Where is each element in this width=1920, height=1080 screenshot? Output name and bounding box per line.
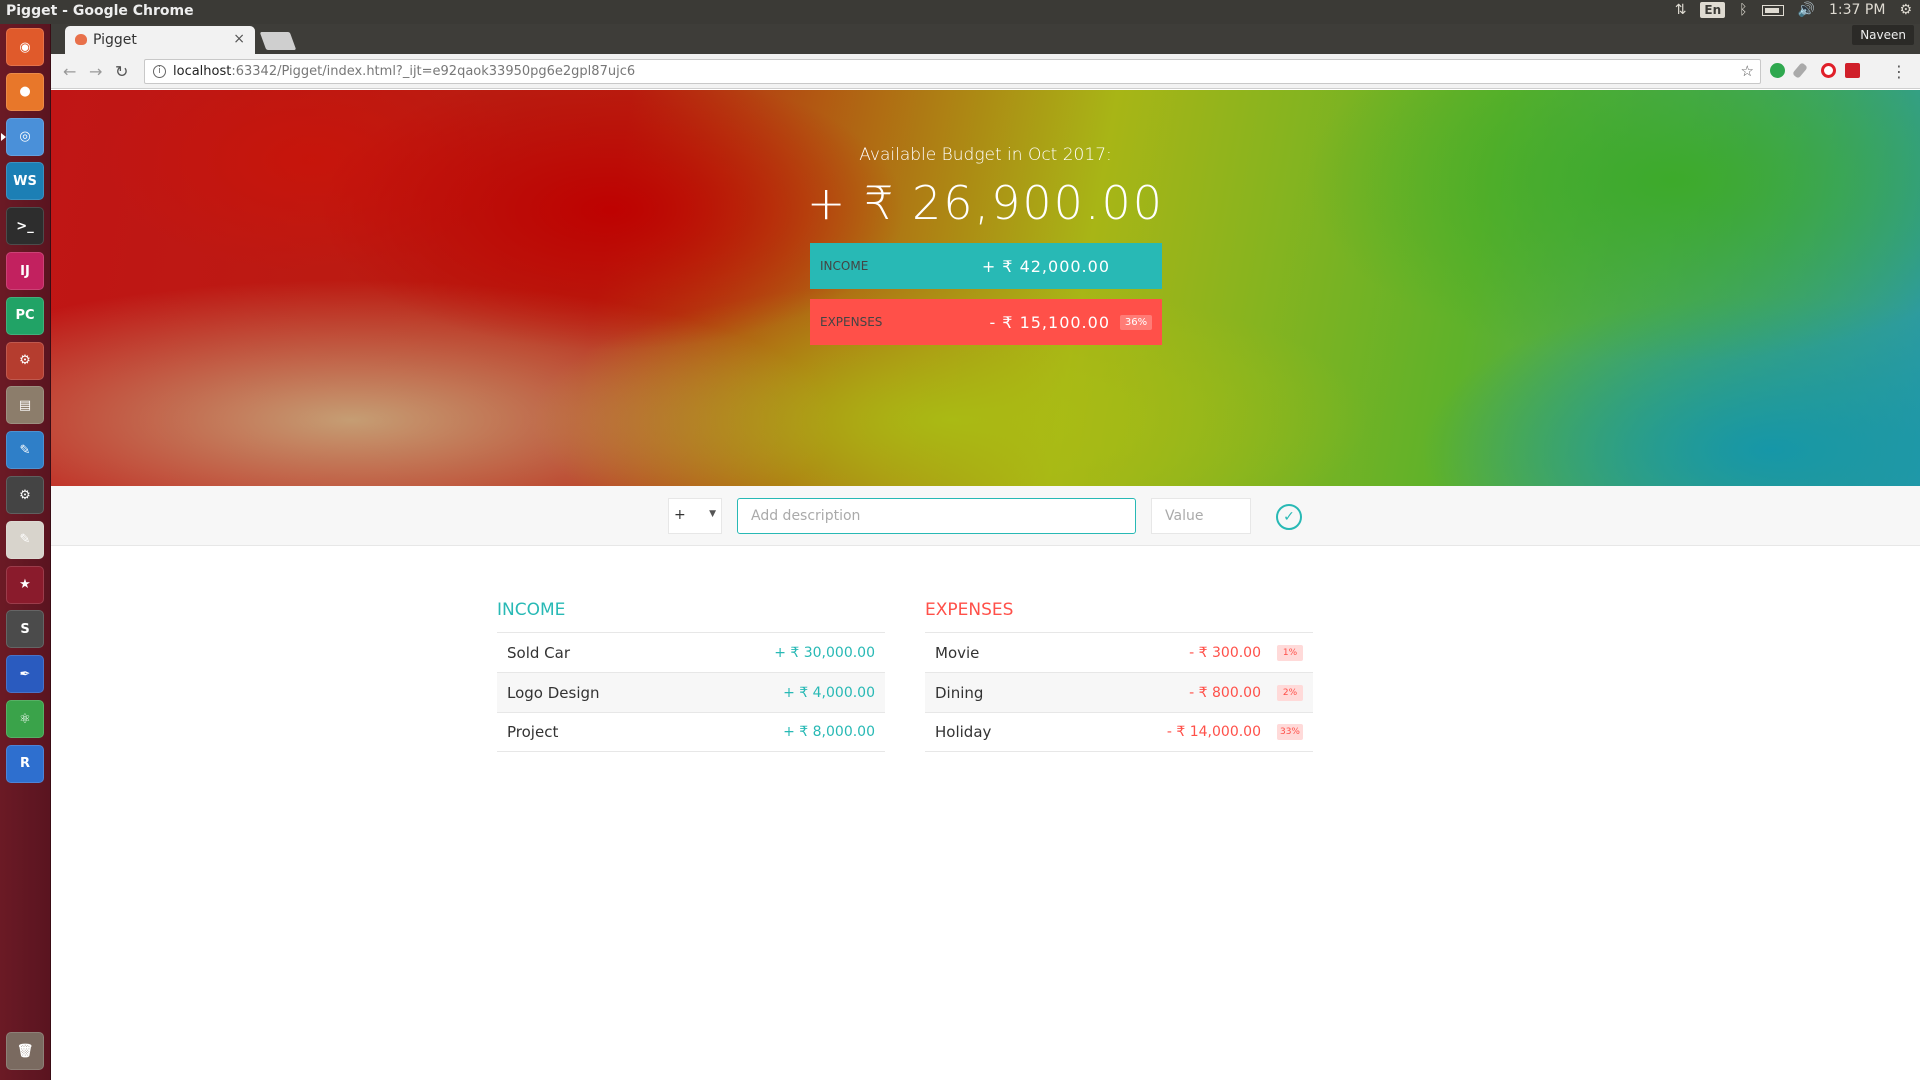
income-label: Income (820, 259, 869, 273)
expenses-heading: Expenses (925, 600, 1014, 620)
expenses-value: - ₹ 15,100.00 (989, 312, 1110, 332)
income-items: Sold Car + ₹ 30,000.00 Logo Design + ₹ 4… (497, 632, 885, 752)
item-value: + ₹ 4,000.00 (783, 684, 875, 701)
atom-icon[interactable]: ⚛ (6, 700, 44, 738)
expenses-items: Movie - ₹ 300.00 1% Dining - ₹ 800.00 2%… (925, 632, 1313, 752)
battery-icon[interactable] (1761, 4, 1784, 16)
bookmark-star-icon[interactable]: ☆ (1741, 60, 1754, 83)
system-settings-icon[interactable]: ⚙ (6, 341, 44, 380)
income-value: + ₹ 42,000.00 (981, 256, 1110, 276)
reload-icon[interactable]: ↻ (115, 62, 128, 81)
intellij-icon[interactable]: IJ (6, 252, 44, 290)
add-submit-button[interactable]: ✓ (1276, 504, 1302, 530)
budget-expenses-summary: Expenses - ₹ 15,100.00 36% (810, 299, 1162, 345)
user-name-tooltip: Naveen (1852, 25, 1914, 45)
item-description: Project (507, 723, 559, 741)
terminal-icon[interactable]: >_ (6, 207, 44, 246)
star-app-icon[interactable]: ★ (6, 565, 44, 604)
chrome-menu-icon[interactable]: ⋮ (1891, 62, 1907, 81)
item-description: Logo Design (507, 683, 600, 702)
add-type-select[interactable]: + ▼ (668, 498, 722, 534)
extension-feather-icon[interactable] (1792, 62, 1808, 79)
webstorm-icon[interactable]: WS (6, 162, 44, 201)
gear-tool-icon[interactable]: ⚙ (6, 476, 44, 514)
chrome-icon[interactable]: ◎ (6, 117, 44, 156)
session-gear-icon[interactable]: ⚙ (1899, 2, 1912, 18)
inkscape-icon[interactable]: ✒ (6, 655, 44, 694)
expense-item[interactable]: Dining - ₹ 800.00 2% (925, 672, 1313, 712)
item-value: - ₹ 300.00 (1189, 644, 1261, 661)
income-item[interactable]: Sold Car + ₹ 30,000.00 (497, 632, 885, 672)
add-type-value: + (674, 507, 686, 523)
item-value: - ₹ 14,000.00 (1166, 724, 1261, 740)
close-tab-icon[interactable]: × (233, 31, 245, 47)
firefox-icon[interactable]: ● (6, 72, 44, 111)
browser-toolbar: ← → ↻ i localhost:63342/Pigget/index.htm… (51, 54, 1920, 89)
pigget-app: Available Budget in Oct 2017: + ₹ 26,900… (51, 90, 1920, 1080)
piggy-favicon-icon (75, 34, 87, 45)
tab-title: Pigget (93, 32, 137, 48)
clock[interactable]: 1:37 PM (1829, 2, 1885, 18)
budget-header: Available Budget in Oct 2017: + ₹ 26,900… (51, 90, 1920, 486)
item-description: Movie (935, 643, 980, 662)
pycharm-icon[interactable]: PC (6, 296, 44, 335)
budget-value: + ₹ 26,900.00 (806, 176, 1165, 230)
extension-green-icon[interactable] (1770, 63, 1785, 78)
tab-pigget[interactable]: Pigget × (65, 26, 255, 54)
ubuntu-dash-icon[interactable]: ◉ (6, 28, 44, 66)
bluetooth-icon[interactable]: ᛒ (1739, 2, 1747, 18)
new-tab-button[interactable] (259, 32, 297, 50)
expense-item[interactable]: Holiday - ₹ 14,000.00 33% (925, 712, 1313, 752)
income-list: Income Sold Car + ₹ 30,000.00 Logo Desig… (497, 600, 885, 752)
expenses-percentage-badge: 36% (1120, 314, 1152, 330)
income-item[interactable]: Project + ₹ 8,000.00 (497, 712, 885, 752)
software-updater-icon[interactable]: ✎ (6, 431, 44, 470)
item-value: + ₹ 8,000.00 (783, 724, 875, 740)
income-item[interactable]: Logo Design + ₹ 4,000.00 (497, 672, 885, 712)
add-description-input[interactable] (737, 498, 1136, 534)
network-icon[interactable]: ⇅ (1675, 2, 1687, 18)
item-description: Holiday (935, 723, 992, 741)
sublime-text-icon[interactable]: S (6, 610, 44, 649)
item-percentage-badge: 2% (1277, 684, 1303, 701)
income-heading: Income (497, 600, 566, 620)
expense-item[interactable]: Movie - ₹ 300.00 1% (925, 632, 1313, 672)
os-top-panel: Pigget - Google Chrome ⇅ En ᛒ 🔊 1:37 PM … (0, 0, 1920, 24)
url-host: localhost (173, 64, 232, 79)
item-value: + ₹ 30,000.00 (774, 644, 875, 661)
forward-arrow-icon[interactable]: → (89, 62, 102, 81)
url-path: :63342/Pigget/index.html?_ijt=e92qaok339… (231, 64, 636, 79)
budget-income-summary: Income + ₹ 42,000.00 (810, 243, 1162, 289)
item-percentage-badge: 33% (1277, 724, 1303, 740)
add-value-input[interactable] (1151, 498, 1251, 534)
back-arrow-icon[interactable]: ← (63, 62, 76, 81)
browser-tab-strip: Pigget × (51, 24, 1920, 54)
window-title: Pigget - Google Chrome (6, 3, 194, 19)
files-icon[interactable]: ▤ (6, 386, 44, 425)
keyboard-layout-indicator[interactable]: En (1700, 2, 1726, 18)
item-percentage-badge: 1% (1277, 644, 1303, 661)
indicator-area: ⇅ En ᛒ 🔊 1:37 PM ⚙ (1675, 2, 1912, 18)
volume-icon[interactable]: 🔊 (1798, 2, 1815, 18)
add-item-bar: + ▼ ✓ (51, 486, 1920, 546)
address-bar[interactable]: i localhost:63342/Pigget/index.html?_ijt… (144, 59, 1761, 84)
budget-title: Available Budget in Oct 2017: (859, 145, 1112, 165)
text-editor-icon[interactable]: ✎ (6, 520, 44, 559)
item-value: - ₹ 800.00 (1189, 684, 1261, 701)
trash-icon[interactable]: 🗑 (6, 1032, 44, 1070)
r-studio-icon[interactable]: R (6, 744, 44, 783)
item-description: Sold Car (507, 643, 570, 662)
chevron-down-icon: ▼ (709, 509, 716, 519)
site-info-icon[interactable]: i (153, 65, 166, 78)
extension-red-icon[interactable] (1845, 63, 1860, 78)
opera-extension-icon[interactable] (1821, 63, 1836, 78)
active-app-indicator (1, 132, 6, 141)
ubuntu-launcher: ◉ ● ◎ WS >_ IJ PC ⚙ ▤ ✎ ⚙ ✎ ★ S ✒ ⚛ R 🗑 (0, 24, 51, 1080)
expenses-list: Expenses Movie - ₹ 300.00 1% Dining - ₹ … (925, 600, 1313, 752)
expenses-label: Expenses (820, 315, 883, 329)
item-description: Dining (935, 683, 984, 702)
